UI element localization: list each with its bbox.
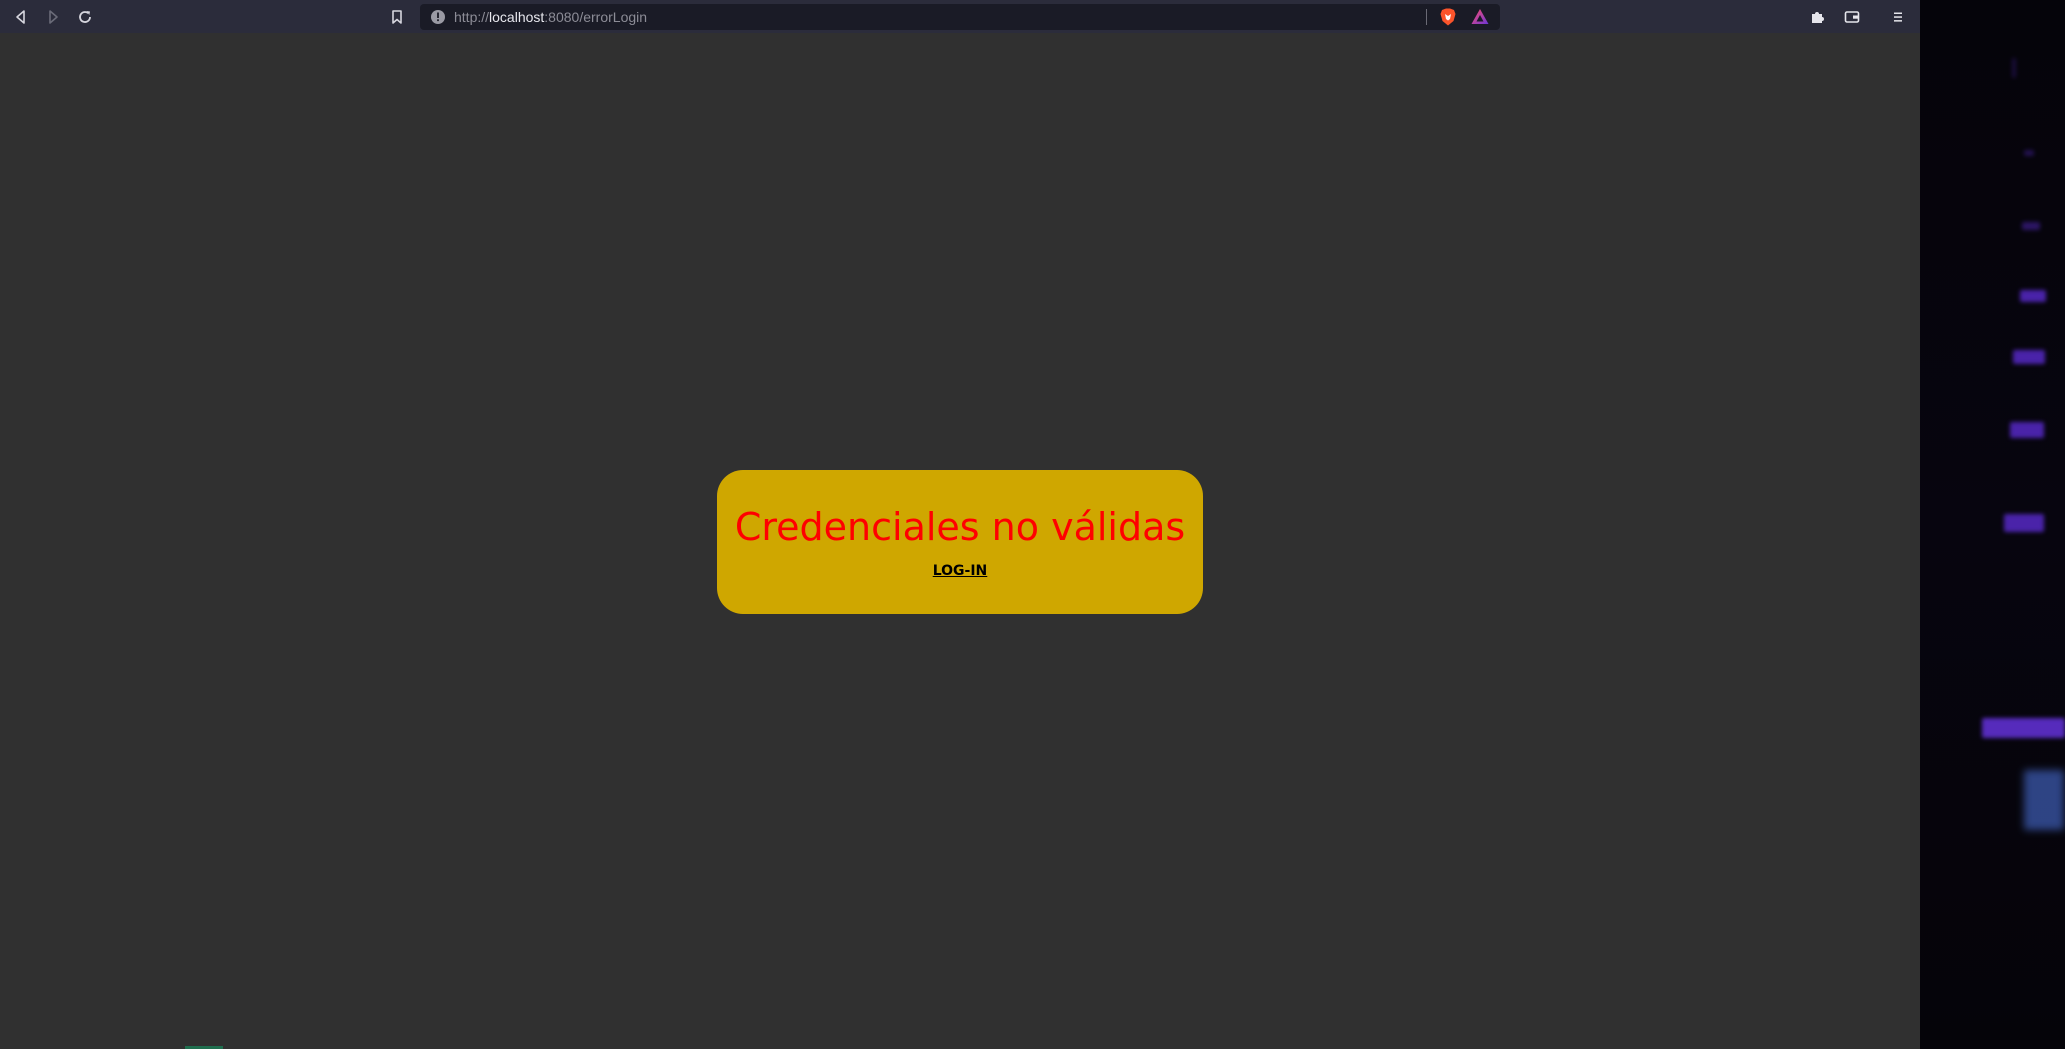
- rewards-triangle-icon[interactable]: [1470, 7, 1490, 27]
- url-text[interactable]: http://localhost:8080/errorLogin: [454, 4, 647, 30]
- wallet-button[interactable]: [1840, 5, 1864, 29]
- reload-icon: [79, 11, 91, 23]
- info-icon[interactable]: [430, 9, 446, 25]
- address-bar[interactable]: http://localhost:8080/errorLogin: [420, 4, 1500, 30]
- back-arrow-icon: [16, 10, 25, 24]
- forward-button[interactable]: [41, 5, 65, 29]
- wallpaper-glow: [2024, 770, 2064, 830]
- hamburger-menu-icon: [1894, 12, 1902, 22]
- menu-button[interactable]: [1886, 5, 1910, 29]
- wallpaper-glow: [2013, 350, 2045, 364]
- bookmark-button[interactable]: [385, 5, 409, 29]
- wallet-icon: [1844, 11, 1860, 23]
- screen: http://localhost:8080/errorLogin Credenc…: [0, 0, 2065, 1049]
- bookmark-icon: [392, 10, 402, 24]
- wallpaper-glow: [2004, 514, 2044, 532]
- url-scheme: http://: [454, 9, 490, 25]
- error-title: Credenciales no válidas: [734, 505, 1186, 549]
- wallpaper-glow: [2012, 58, 2016, 78]
- browser-window: http://localhost:8080/errorLogin Credenc…: [0, 0, 1920, 1049]
- wallpaper-glow: [1982, 718, 2065, 738]
- url-divider: [1426, 9, 1427, 25]
- wallpaper-glow: [2010, 422, 2044, 438]
- extensions-button[interactable]: [1806, 5, 1830, 29]
- desktop-wallpaper: [1920, 0, 2065, 1049]
- reload-button[interactable]: [73, 5, 97, 29]
- wallpaper-glow: [2020, 290, 2046, 302]
- puzzle-icon: [1812, 12, 1824, 23]
- wallpaper-glow: [2022, 222, 2040, 230]
- forward-arrow-icon: [49, 10, 58, 24]
- wallpaper-glow: [2024, 150, 2034, 156]
- error-card: Credenciales no válidas LOG-IN: [717, 470, 1203, 614]
- browser-toolbar: http://localhost:8080/errorLogin: [0, 0, 1920, 33]
- url-host: localhost: [489, 9, 545, 25]
- login-link[interactable]: LOG-IN: [717, 562, 1203, 580]
- back-button[interactable]: [9, 5, 33, 29]
- brave-lion-icon[interactable]: [1438, 7, 1458, 27]
- url-path: :8080/errorLogin: [544, 9, 648, 25]
